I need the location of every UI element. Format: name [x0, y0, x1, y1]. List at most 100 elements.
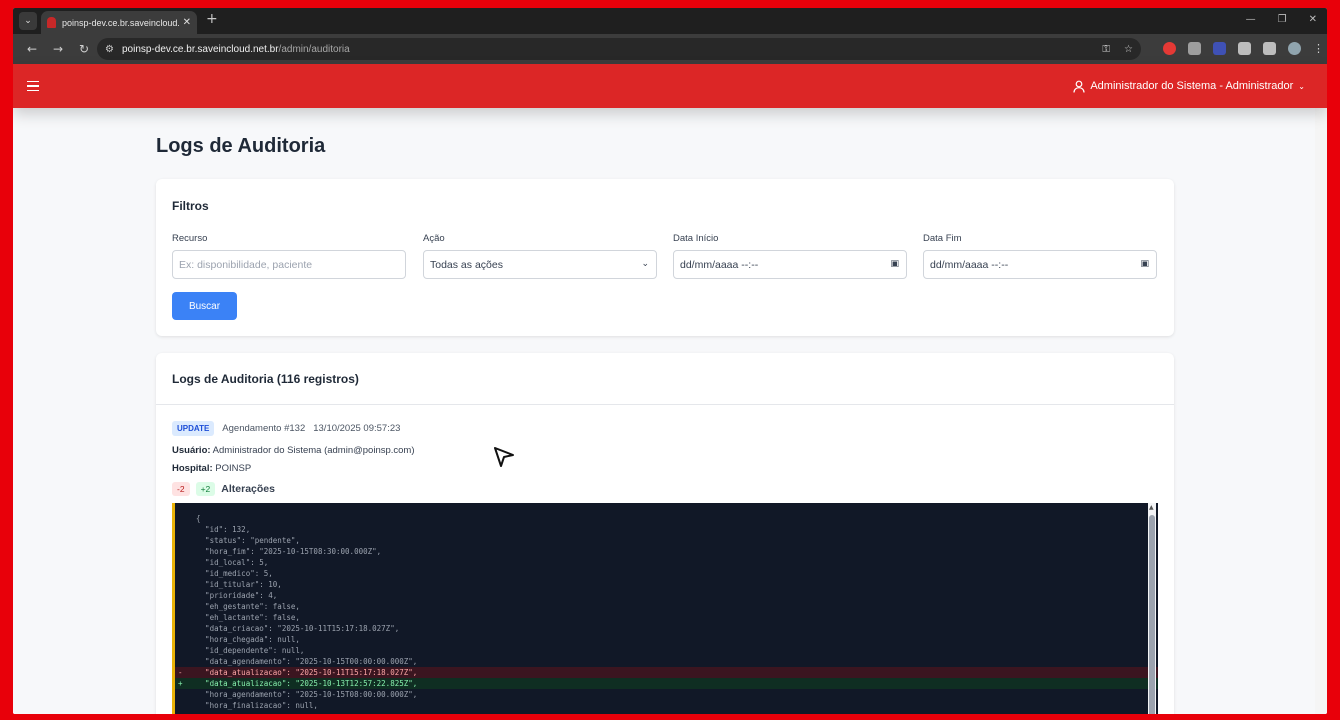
extension-app-icon[interactable]	[1213, 42, 1226, 55]
data-fim-value: dd/mm/aaaa --:--	[930, 258, 1009, 271]
main-content: Logs de Auditoria Filtros Recurso Ex: di…	[13, 108, 1315, 714]
recurso-label: Recurso	[172, 233, 208, 244]
diff-line: "id_local": 5,	[175, 557, 1158, 568]
user-menu[interactable]: Administrador do Sistema - Administrador…	[1073, 64, 1305, 108]
acao-select[interactable]: Todas as ações ⌄	[423, 250, 657, 279]
data-inicio-value: dd/mm/aaaa --:--	[680, 258, 759, 271]
diff-line-text: "hora_fim": "2025-10-15T08:30:00.000Z",	[187, 547, 382, 556]
data-inicio-field: Data Início dd/mm/aaaa --:-- ▣	[673, 233, 907, 279]
mouse-cursor-icon	[494, 447, 514, 467]
diff-line: {	[175, 513, 1158, 524]
tab-title: poinsp-dev.ce.br.saveincloud.net.br/admi…	[62, 17, 179, 28]
browser-window: ⌄ poinsp-dev.ce.br.saveincloud.net.br/ad…	[13, 8, 1327, 714]
acao-selected-value: Todas as ações	[430, 258, 503, 271]
diff-code-view[interactable]: { "id": 132, "status": "pendente", "hora…	[172, 503, 1158, 714]
code-scrollbar-thumb[interactable]	[1149, 515, 1155, 714]
diff-line-text: "hora_chegada": null,	[187, 635, 300, 644]
minimize-icon[interactable]: —	[1246, 14, 1256, 25]
profile-avatar-icon[interactable]	[1288, 42, 1301, 55]
calendar-icon[interactable]: ▣	[890, 259, 899, 269]
bookmark-star-icon[interactable]: ☆	[1124, 44, 1133, 55]
url-host: poinsp-dev.ce.br.saveincloud.net.br	[121, 43, 279, 55]
diff-line-text: "status": "pendente",	[187, 536, 300, 545]
logs-card: Logs de Auditoria (116 registros) UPDATE…	[156, 353, 1174, 714]
extensions-area: ⋮	[1163, 42, 1324, 55]
diff-line-text: "id_titular": 10,	[187, 580, 282, 589]
diff-line-text: "id_medico": 5,	[187, 569, 273, 578]
diff-line: "eh_gestante": false,	[175, 601, 1158, 612]
recurso-field: Recurso Ex: disponibilidade, paciente	[172, 233, 406, 279]
hospital-value: POINSP	[215, 463, 252, 474]
log-usuario: Usuário: Administrador do Sistema (admin…	[172, 445, 1158, 456]
forward-arrow-icon[interactable]: →	[45, 42, 71, 56]
diff-line: "prioridade": 4,	[175, 590, 1158, 601]
logs-title: Logs de Auditoria (116 registros)	[156, 353, 1174, 405]
diff-line-text: "data_atualizacao": "2025-10-11T15:17:18…	[187, 668, 418, 677]
user-icon	[1073, 80, 1085, 93]
diff-line: "id": 132,	[175, 524, 1158, 535]
diff-line-removed: - "data_atualizacao": "2025-10-11T15:17:…	[175, 667, 1158, 678]
changes-label: Alterações	[221, 483, 275, 495]
close-tab-icon[interactable]: ✕	[183, 17, 191, 28]
diff-line: "data_criacao": "2025-10-11T15:17:18.027…	[175, 623, 1158, 634]
close-window-icon[interactable]: ✕	[1309, 14, 1317, 25]
diff-line: "data_agendamento": "2025-10-15T00:00:00…	[175, 656, 1158, 667]
scroll-up-icon[interactable]: ▲	[1149, 504, 1154, 511]
chevron-down-icon: ⌄	[641, 259, 649, 269]
media-controls-icon[interactable]	[1263, 42, 1276, 55]
acao-label: Ação	[423, 233, 445, 244]
usuario-label: Usuário:	[172, 445, 211, 456]
diff-line: "id_medico": 5,	[175, 568, 1158, 579]
reload-icon[interactable]: ↻	[71, 42, 97, 56]
user-name-label: Administrador do Sistema - Administrador	[1090, 80, 1294, 92]
diff-line-text: "id_dependente": null,	[187, 646, 305, 655]
diff-line: "hora_agendamento": "2025-10-15T08:00:00…	[175, 689, 1158, 700]
diff-line-text: {	[187, 514, 201, 523]
buscar-button[interactable]: Buscar	[172, 292, 237, 320]
diff-lines: { "id": 132, "status": "pendente", "hora…	[175, 503, 1158, 711]
app-header: Administrador do Sistema - Administrador…	[13, 64, 1327, 108]
diff-line-text: "id": 132,	[187, 525, 251, 534]
hamburger-menu-icon[interactable]	[27, 80, 39, 92]
data-inicio-label: Data Início	[673, 233, 719, 244]
log-timestamp: 13/10/2025 09:57:23	[313, 423, 401, 434]
hospital-label: Hospital:	[172, 463, 213, 474]
diff-line-text: "hora_finalizacao": null,	[187, 701, 318, 710]
data-fim-label: Data Fim	[923, 233, 962, 244]
page-scrollbar[interactable]	[1315, 64, 1327, 714]
site-info-icon[interactable]: ⚙	[105, 44, 114, 55]
diff-line: "hora_chegada": null,	[175, 634, 1158, 645]
diff-line: "hora_fim": "2025-10-15T08:30:00.000Z",	[175, 546, 1158, 557]
browser-tab[interactable]: poinsp-dev.ce.br.saveincloud.net.br/admi…	[41, 11, 197, 34]
extension-record-icon[interactable]	[1163, 42, 1176, 55]
log-entry: UPDATE Agendamento #132 13/10/2025 09:57…	[172, 421, 1158, 496]
new-tab-button[interactable]: +	[206, 11, 218, 27]
log-resource: Agendamento #132	[222, 423, 306, 434]
diff-line: "id_titular": 10,	[175, 579, 1158, 590]
diff-marker: -	[178, 668, 183, 677]
password-key-icon[interactable]: ⚿	[1102, 44, 1110, 55]
diff-line: "eh_lactante": false,	[175, 612, 1158, 623]
url-path: /admin/auditoria	[278, 43, 350, 55]
extensions-puzzle-icon[interactable]	[1238, 42, 1251, 55]
restore-icon[interactable]: ❐	[1278, 14, 1287, 25]
filters-title: Filtros	[172, 199, 209, 213]
calendar-icon[interactable]: ▣	[1140, 259, 1149, 269]
data-fim-field: Data Fim dd/mm/aaaa --:-- ▣	[923, 233, 1157, 279]
recurso-input[interactable]: Ex: disponibilidade, paciente	[172, 250, 406, 279]
acao-field: Ação Todas as ações ⌄	[423, 233, 657, 279]
diff-line: "hora_finalizacao": null,	[175, 700, 1158, 711]
data-inicio-input[interactable]: dd/mm/aaaa --:-- ▣	[673, 250, 907, 279]
code-scrollbar[interactable]: ▲	[1148, 503, 1156, 714]
diff-marker: +	[178, 679, 183, 688]
data-fim-input[interactable]: dd/mm/aaaa --:-- ▣	[923, 250, 1157, 279]
tab-strip: ⌄ poinsp-dev.ce.br.saveincloud.net.br/ad…	[13, 8, 1327, 34]
browser-toolbar: ← → ↻ ⚙ poinsp-dev.ce.br.saveincloud.net…	[13, 34, 1327, 64]
back-arrow-icon[interactable]: ←	[19, 42, 45, 56]
diff-line-text: "data_atualizacao": "2025-10-13T12:57:22…	[187, 679, 418, 688]
extension-camera-icon[interactable]	[1188, 42, 1201, 55]
tab-search-chevron-icon[interactable]: ⌄	[19, 12, 37, 30]
address-bar[interactable]: ⚙ poinsp-dev.ce.br.saveincloud.net.br /a…	[97, 38, 1141, 60]
browser-menu-icon[interactable]: ⋮	[1313, 42, 1324, 55]
filters-card: Filtros Recurso Ex: disponibilidade, pac…	[156, 179, 1174, 336]
